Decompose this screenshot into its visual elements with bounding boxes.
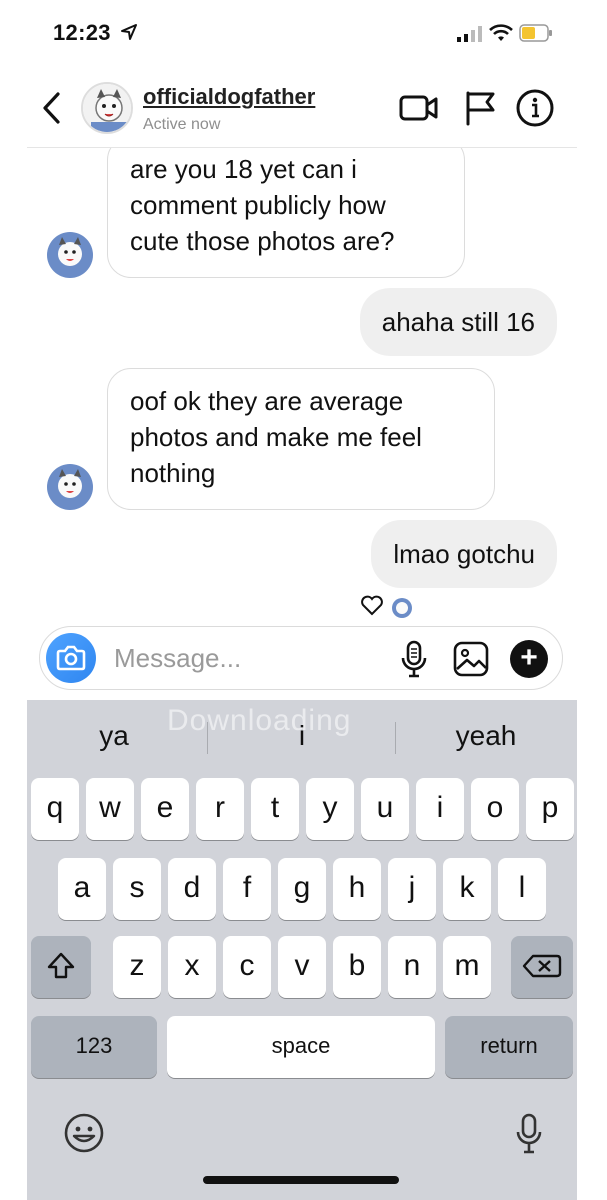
outgoing-message[interactable]: ahaha still 16 [359, 288, 557, 356]
return-key[interactable]: return [445, 1016, 573, 1078]
space-key[interactable]: space [167, 1016, 435, 1078]
profile-avatar[interactable] [81, 82, 133, 134]
shift-key[interactable] [31, 936, 91, 998]
suggestion-3[interactable]: yeah [401, 720, 571, 752]
key-g[interactable]: g [278, 858, 326, 920]
message-line: are you 18 yet can i [130, 154, 357, 184]
battery-icon [519, 24, 552, 42]
key-a[interactable]: a [58, 858, 106, 920]
active-status: Active now [143, 116, 221, 133]
info-icon[interactable] [515, 88, 555, 128]
key-d[interactable]: d [168, 858, 216, 920]
key-l[interactable]: l [498, 858, 546, 920]
gallery-icon[interactable] [452, 640, 490, 678]
wifi-icon [489, 24, 513, 41]
home-indicator[interactable] [203, 1176, 399, 1184]
key-q[interactable]: q [31, 778, 79, 840]
location-arrow-icon [121, 24, 137, 40]
key-o[interactable]: o [471, 778, 519, 840]
dog-avatar-image [47, 464, 93, 510]
key-t[interactable]: t [251, 778, 299, 840]
key-f[interactable]: f [223, 858, 271, 920]
message-line: oof ok they are average [130, 386, 404, 416]
key-i[interactable]: i [416, 778, 464, 840]
camera-icon [56, 645, 86, 671]
sender-avatar[interactable] [47, 464, 93, 510]
divider [207, 722, 208, 754]
report-flag-icon[interactable] [463, 90, 497, 126]
numbers-key[interactable]: 123 [31, 1016, 157, 1078]
key-h[interactable]: h [333, 858, 381, 920]
key-k[interactable]: k [443, 858, 491, 920]
key-w[interactable]: w [86, 778, 134, 840]
key-r[interactable]: r [196, 778, 244, 840]
key-m[interactable]: m [443, 936, 491, 998]
key-p[interactable]: p [526, 778, 574, 840]
camera-button[interactable] [46, 633, 96, 683]
key-j[interactable]: j [388, 858, 436, 920]
message-composer: Message... + [39, 626, 563, 690]
shift-arrow-icon [47, 952, 75, 979]
phone-screen: 12:23 officialdogfather Active now are y… [27, 0, 577, 1200]
incoming-message[interactable]: are you 18 yet can i comment publicly ho… [107, 148, 465, 278]
message-text: lmao gotchu [393, 539, 535, 569]
key-n[interactable]: n [388, 936, 436, 998]
message-text: ahaha still 16 [381, 307, 535, 337]
backspace-icon [522, 954, 562, 978]
message-line: cute those photos are? [130, 226, 395, 256]
status-bar: 12:23 [27, 0, 577, 66]
emoji-icon[interactable] [63, 1112, 105, 1154]
dictation-mic-icon[interactable] [515, 1112, 543, 1156]
key-u[interactable]: u [361, 778, 409, 840]
heart-reaction-icon [361, 595, 412, 618]
divider [395, 722, 396, 754]
profile-username[interactable]: officialdogfather [143, 84, 315, 110]
key-c[interactable]: c [223, 936, 271, 998]
sender-avatar[interactable] [47, 232, 93, 278]
message-line: nothing [130, 458, 216, 488]
key-e[interactable]: e [141, 778, 189, 840]
outgoing-message[interactable]: lmao gotchu [371, 520, 557, 588]
suggestion-1[interactable]: ya [29, 720, 199, 752]
key-v[interactable]: v [278, 936, 326, 998]
message-line: photos and make me feel [130, 422, 422, 452]
dog-avatar-image [47, 232, 93, 278]
video-call-icon[interactable] [399, 92, 439, 124]
suggestion-2[interactable]: i [217, 720, 387, 752]
keyboard: Downloading ya i yeah q w e r t y u i o … [27, 700, 577, 1200]
key-s[interactable]: s [113, 858, 161, 920]
message-thread: are you 18 yet can i comment publicly ho… [27, 148, 577, 618]
message-line: comment publicly how [130, 190, 386, 220]
screenshot-frame: 12:23 officialdogfather Active now are y… [0, 0, 607, 1200]
message-input[interactable]: Message... [114, 643, 241, 674]
key-x[interactable]: x [168, 936, 216, 998]
incoming-message[interactable]: oof ok they are average photos and make … [107, 368, 495, 510]
back-chevron-icon[interactable] [39, 90, 65, 126]
delete-key[interactable] [511, 936, 573, 998]
key-y[interactable]: y [306, 778, 354, 840]
conversation-header: officialdogfather Active now [27, 70, 577, 148]
predictive-bar: Downloading ya i yeah [27, 700, 577, 772]
microphone-icon[interactable] [398, 639, 430, 679]
key-b[interactable]: b [333, 936, 381, 998]
key-z[interactable]: z [113, 936, 161, 998]
plus-icon[interactable]: + [510, 640, 548, 678]
dog-avatar-image [83, 84, 131, 132]
status-time: 12:23 [53, 20, 111, 45]
cellular-signal-icon [457, 26, 482, 42]
